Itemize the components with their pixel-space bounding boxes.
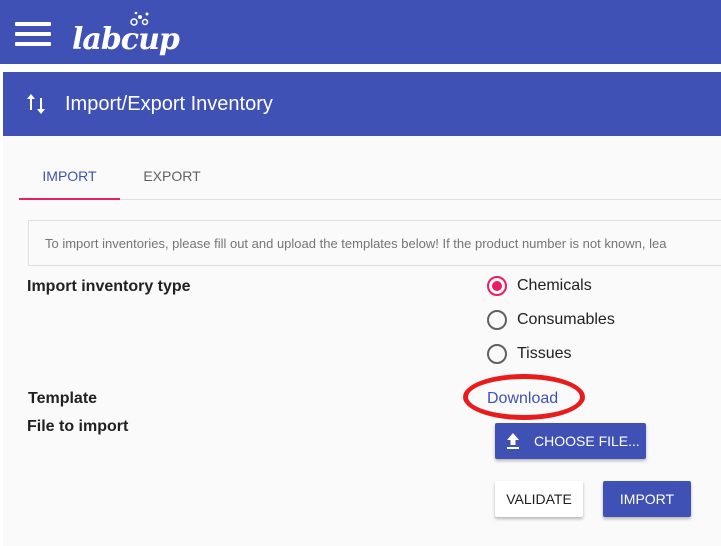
radio-circle	[487, 310, 507, 330]
inventory-type-label: Import inventory type	[27, 278, 191, 295]
swap-vertical-icon	[27, 94, 45, 114]
menu-icon[interactable]	[15, 22, 51, 46]
tab-export[interactable]: EXPORT	[120, 160, 224, 200]
info-banner: To import inventories, please fill out a…	[28, 220, 721, 266]
info-text: To import inventories, please fill out a…	[45, 236, 667, 251]
radio-circle	[487, 344, 507, 364]
tab-bar: IMPORT EXPORT	[19, 160, 721, 200]
page-header: Import/Export Inventory	[3, 72, 721, 136]
choose-file-label: CHOOSE FILE...	[534, 433, 640, 449]
validate-button[interactable]: VALIDATE	[495, 481, 583, 517]
tab-import[interactable]: IMPORT	[19, 160, 120, 200]
logo-text: labcup	[72, 22, 180, 57]
labcup-logo[interactable]: labcup	[72, 10, 180, 58]
template-label: Template	[28, 390, 98, 407]
import-button[interactable]: IMPORT	[603, 481, 691, 517]
page-title: Import/Export Inventory	[65, 93, 273, 115]
radio-label: Tissues	[517, 345, 572, 362]
radio-label: Chemicals	[517, 277, 592, 294]
radio-circle-checked	[487, 276, 507, 296]
red-highlight-ellipse	[463, 374, 585, 420]
radio-label: Consumables	[517, 311, 615, 328]
app-bar: labcup	[0, 0, 721, 64]
logo-bubbles-icon	[130, 11, 149, 26]
file-to-import-label: File to import	[27, 418, 129, 435]
import-panel: IMPORT EXPORT To import inventories, ple…	[3, 136, 721, 546]
choose-file-button[interactable]: CHOOSE FILE...	[495, 423, 646, 459]
upload-icon	[507, 433, 519, 449]
